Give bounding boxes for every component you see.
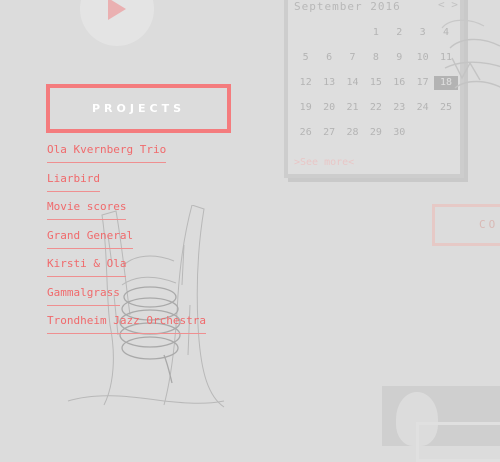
project-link-ola-kvernberg-trio[interactable]: Ola Kvernberg Trio <box>47 141 167 163</box>
project-link-liarbird[interactable]: Liarbird <box>47 170 100 192</box>
calendar-nav[interactable]: < > <box>438 0 458 11</box>
list-item: Kirsti & Ola <box>47 252 206 281</box>
calendar-day[interactable]: 29 <box>364 126 387 140</box>
contact-button[interactable]: CO <box>432 204 500 246</box>
list-item: Trondheim Jazz Orchestra <box>47 309 206 338</box>
project-list: Ola Kvernberg Trio Liarbird Movie scores… <box>47 138 206 338</box>
calendar-day[interactable]: 26 <box>294 126 317 140</box>
calendar-day <box>317 26 340 40</box>
calendar-day[interactable]: 30 <box>388 126 411 140</box>
calendar-day[interactable]: 24 <box>411 101 434 115</box>
doodle-illustration <box>441 19 500 89</box>
list-item: Gammalgrass <box>47 281 206 310</box>
calendar-widget: September 2016 < > 1 2 3 4 5 6 7 8 9 10 11 12 13 14 15… <box>284 0 464 178</box>
calendar-day[interactable]: 2 <box>388 26 411 40</box>
calendar-day[interactable]: 15 <box>364 76 387 90</box>
calendar-day[interactable]: 6 <box>317 51 340 65</box>
calendar-see-more-link[interactable]: >See more< <box>294 157 354 168</box>
contact-button-label: CO <box>479 218 499 231</box>
calendar-day[interactable]: 21 <box>341 101 364 115</box>
calendar-day <box>411 126 434 140</box>
calendar-day[interactable]: 7 <box>341 51 364 65</box>
calendar-day[interactable]: 22 <box>364 101 387 115</box>
projects-heading-box[interactable]: PROJECTS <box>46 84 231 133</box>
calendar-day[interactable]: 16 <box>388 76 411 90</box>
play-button[interactable] <box>80 0 154 46</box>
calendar-day <box>434 126 457 140</box>
calendar-day[interactable]: 28 <box>341 126 364 140</box>
calendar-day <box>341 26 364 40</box>
calendar-day[interactable]: 14 <box>341 76 364 90</box>
calendar-day[interactable]: 17 <box>411 76 434 90</box>
calendar-day[interactable]: 20 <box>317 101 340 115</box>
calendar-grid: 1 2 3 4 5 6 7 8 9 10 11 12 13 14 15 16 17 18 19 20 21 22 23 24 2… <box>294 26 458 140</box>
calendar-day[interactable]: 8 <box>364 51 387 65</box>
project-link-kirsti-ola[interactable]: Kirsti & Ola <box>47 255 127 277</box>
calendar-day[interactable]: 5 <box>294 51 317 65</box>
calendar-day[interactable]: 23 <box>388 101 411 115</box>
play-icon <box>108 0 126 20</box>
project-link-trondheim-jazz-orchestra[interactable]: Trondheim Jazz Orchestra <box>47 312 206 334</box>
calendar-day[interactable]: 10 <box>411 51 434 65</box>
calendar-day[interactable]: 12 <box>294 76 317 90</box>
list-item: Movie scores <box>47 195 206 224</box>
list-item: Liarbird <box>47 167 206 196</box>
list-item: Ola Kvernberg Trio <box>47 138 206 167</box>
calendar-day[interactable]: 13 <box>317 76 340 90</box>
calendar-day[interactable]: 27 <box>317 126 340 140</box>
calendar-day[interactable]: 19 <box>294 101 317 115</box>
calendar-day[interactable]: 9 <box>388 51 411 65</box>
project-link-gammalgrass[interactable]: Gammalgrass <box>47 284 120 306</box>
calendar-day <box>294 26 317 40</box>
calendar-month-label: September 2016 <box>294 0 401 13</box>
project-link-grand-general[interactable]: Grand General <box>47 227 134 249</box>
project-link-movie-scores[interactable]: Movie scores <box>47 198 127 220</box>
calendar-day[interactable]: 3 <box>411 26 434 40</box>
portrait-photo <box>382 386 500 462</box>
projects-title: PROJECTS <box>92 102 185 115</box>
calendar-day[interactable]: 1 <box>364 26 387 40</box>
list-item: Grand General <box>47 224 206 253</box>
